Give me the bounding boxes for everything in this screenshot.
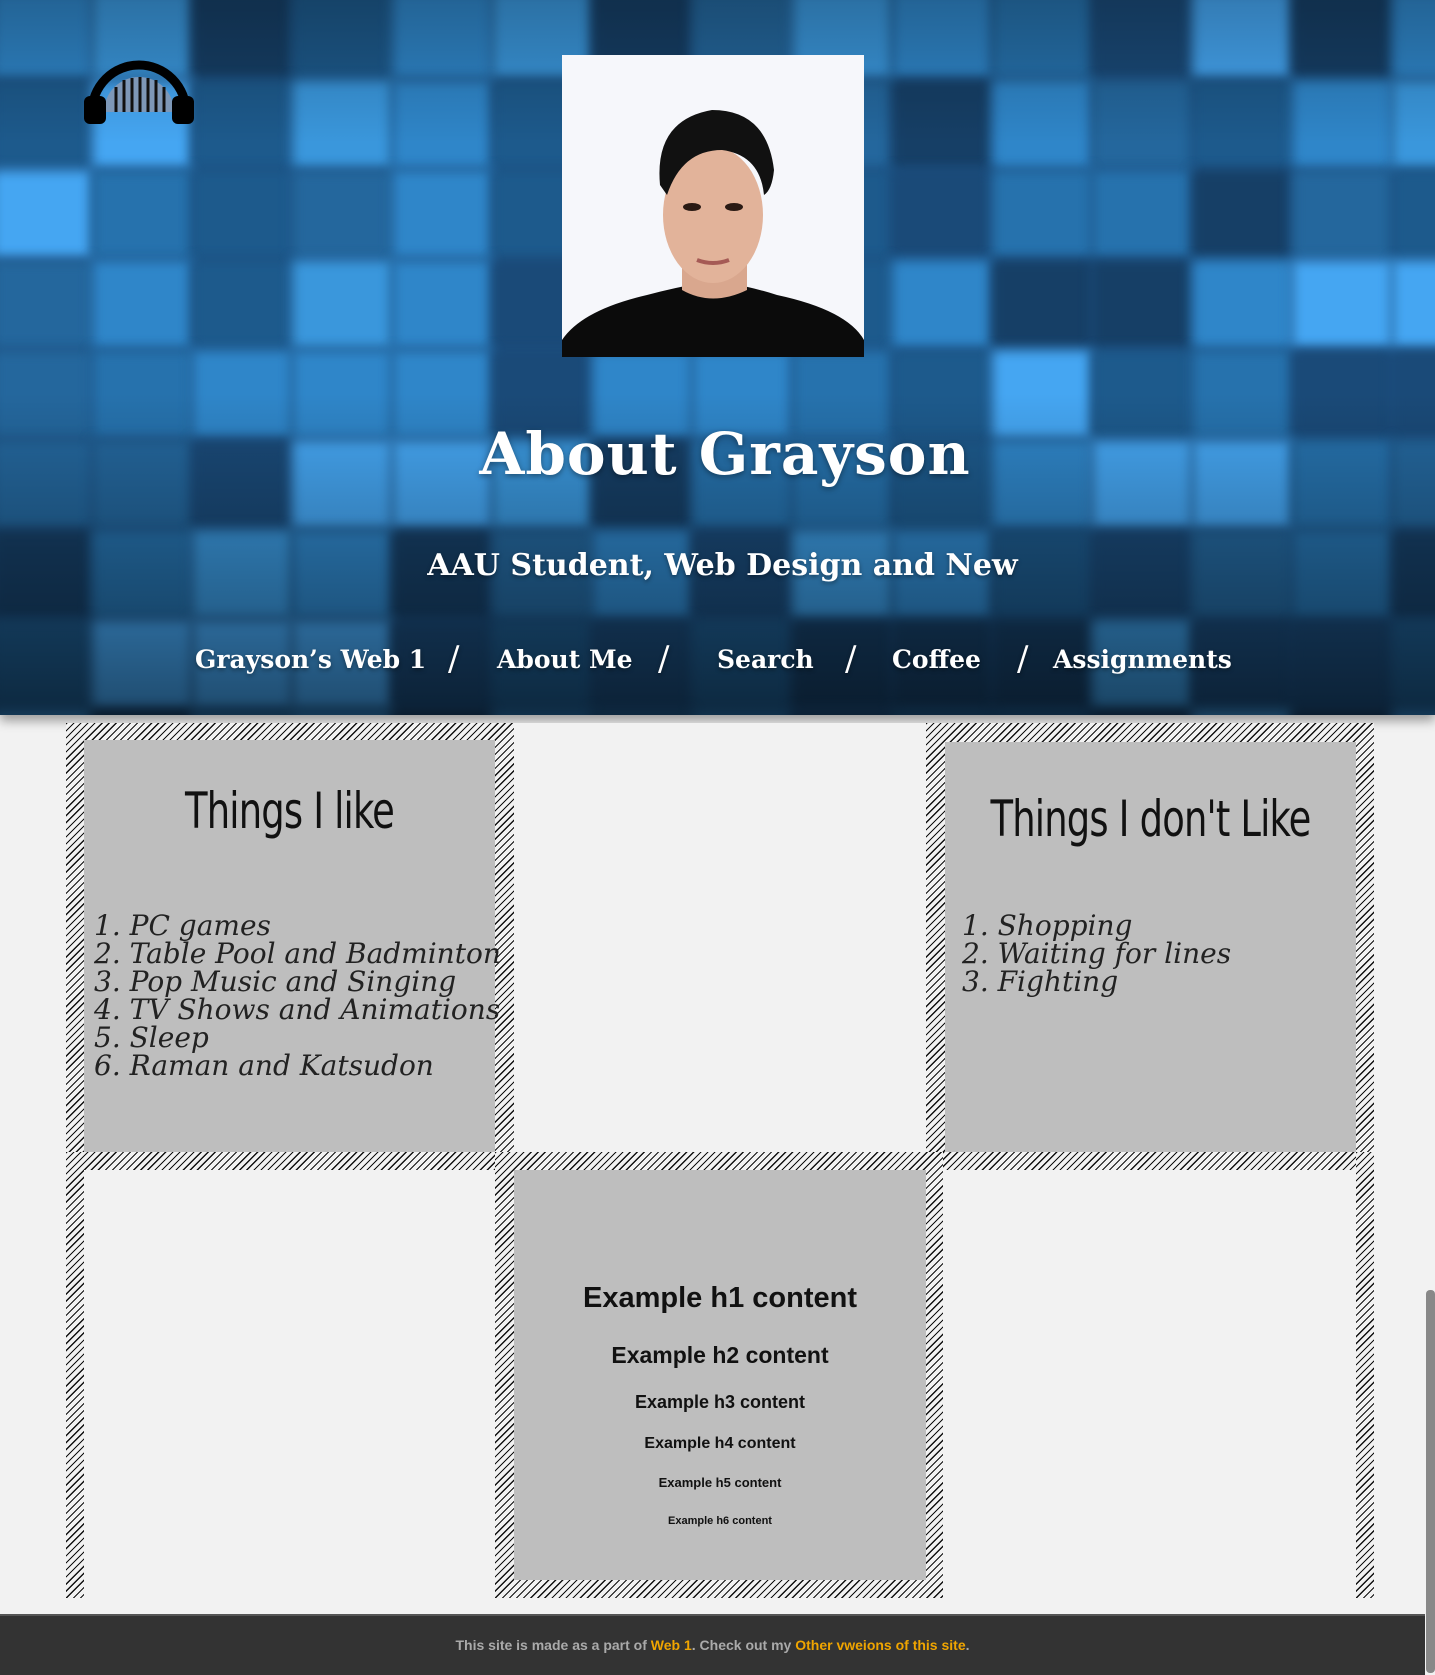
list-item: 1. Shopping <box>962 909 1133 942</box>
list-item: 4. TV Shows and Animations <box>94 993 501 1026</box>
example-h5: Example h5 content <box>658 1475 782 1490</box>
nav-link-assignments[interactable]: Assignments <box>1053 645 1232 674</box>
examples-panel: Example h1 content Example h2 content Ex… <box>514 1170 926 1580</box>
nav-separator: / <box>1017 639 1029 679</box>
nav-separator: / <box>658 639 670 679</box>
headphones-icon[interactable] <box>84 52 194 124</box>
example-h1: Example h1 content <box>583 1282 857 1314</box>
list-item: 2. Table Pool and Badminton <box>94 937 501 970</box>
page-title: About Grayson <box>479 420 971 488</box>
main-nav: Grayson’s Web 1 / About Me / Search / Co… <box>0 639 1435 685</box>
portrait-photo <box>562 55 864 357</box>
list-item: 5. Sleep <box>94 1021 209 1054</box>
list-item: 6. Raman and Katsudon <box>94 1049 434 1082</box>
likes-heading: Things I like <box>185 782 395 840</box>
empty-cell <box>943 1170 1356 1598</box>
example-h3: Example h3 content <box>634 1392 806 1412</box>
list-item: 2. Waiting for lines <box>962 937 1232 970</box>
nav-link-web1[interactable]: Grayson’s Web 1 <box>195 645 426 674</box>
footer-link-other-versions[interactable]: Other vweions of this site <box>795 1637 965 1653</box>
dislikes-panel: Things I don't Like 1. Shopping 2. Waiti… <box>945 742 1356 1152</box>
nav-link-search[interactable]: Search <box>717 645 814 674</box>
hatch-frame <box>66 1152 84 1598</box>
page-subtitle: AAU Student, Web Design and New <box>427 548 1018 583</box>
dislikes-heading: Things I don't Like <box>990 790 1312 848</box>
empty-cell <box>84 1170 495 1598</box>
heading-examples: Example h1 content Example h2 content Ex… <box>514 1170 926 1580</box>
scrollbar[interactable] <box>1426 1290 1435 1673</box>
nav-separator: / <box>448 639 460 679</box>
site-footer: This site is made as a part of Web 1. Ch… <box>0 1614 1425 1675</box>
likes-panel: Things I like 1. PC games 2. Table Pool … <box>84 740 501 1152</box>
list-item: 3. Pop Music and Singing <box>94 965 457 998</box>
footer-text: This site is made as a part of <box>455 1637 651 1653</box>
hatch-frame <box>1356 1152 1374 1598</box>
likes-list: 1. PC games 2. Table Pool and Badminton … <box>94 912 501 1080</box>
example-h2: Example h2 content <box>611 1342 829 1368</box>
example-h4: Example h4 content <box>644 1435 796 1452</box>
nav-link-coffee[interactable]: Coffee <box>892 645 981 674</box>
footer-text: . Check out my <box>691 1637 796 1653</box>
nav-separator: / <box>845 639 857 679</box>
footer-text: . <box>965 1637 970 1653</box>
footer-link-web1[interactable]: Web 1 <box>651 1637 692 1653</box>
example-h6: Example h6 content <box>668 1515 772 1527</box>
dislikes-list: 1. Shopping 2. Waiting for lines 3. Figh… <box>962 912 1231 996</box>
nav-link-about-me[interactable]: About Me <box>497 645 633 674</box>
hero-banner: About Grayson AAU Student, Web Design an… <box>0 0 1435 715</box>
list-item: 1. PC games <box>94 909 271 942</box>
empty-cell <box>514 723 926 1152</box>
list-item: 3. Fighting <box>962 965 1119 998</box>
